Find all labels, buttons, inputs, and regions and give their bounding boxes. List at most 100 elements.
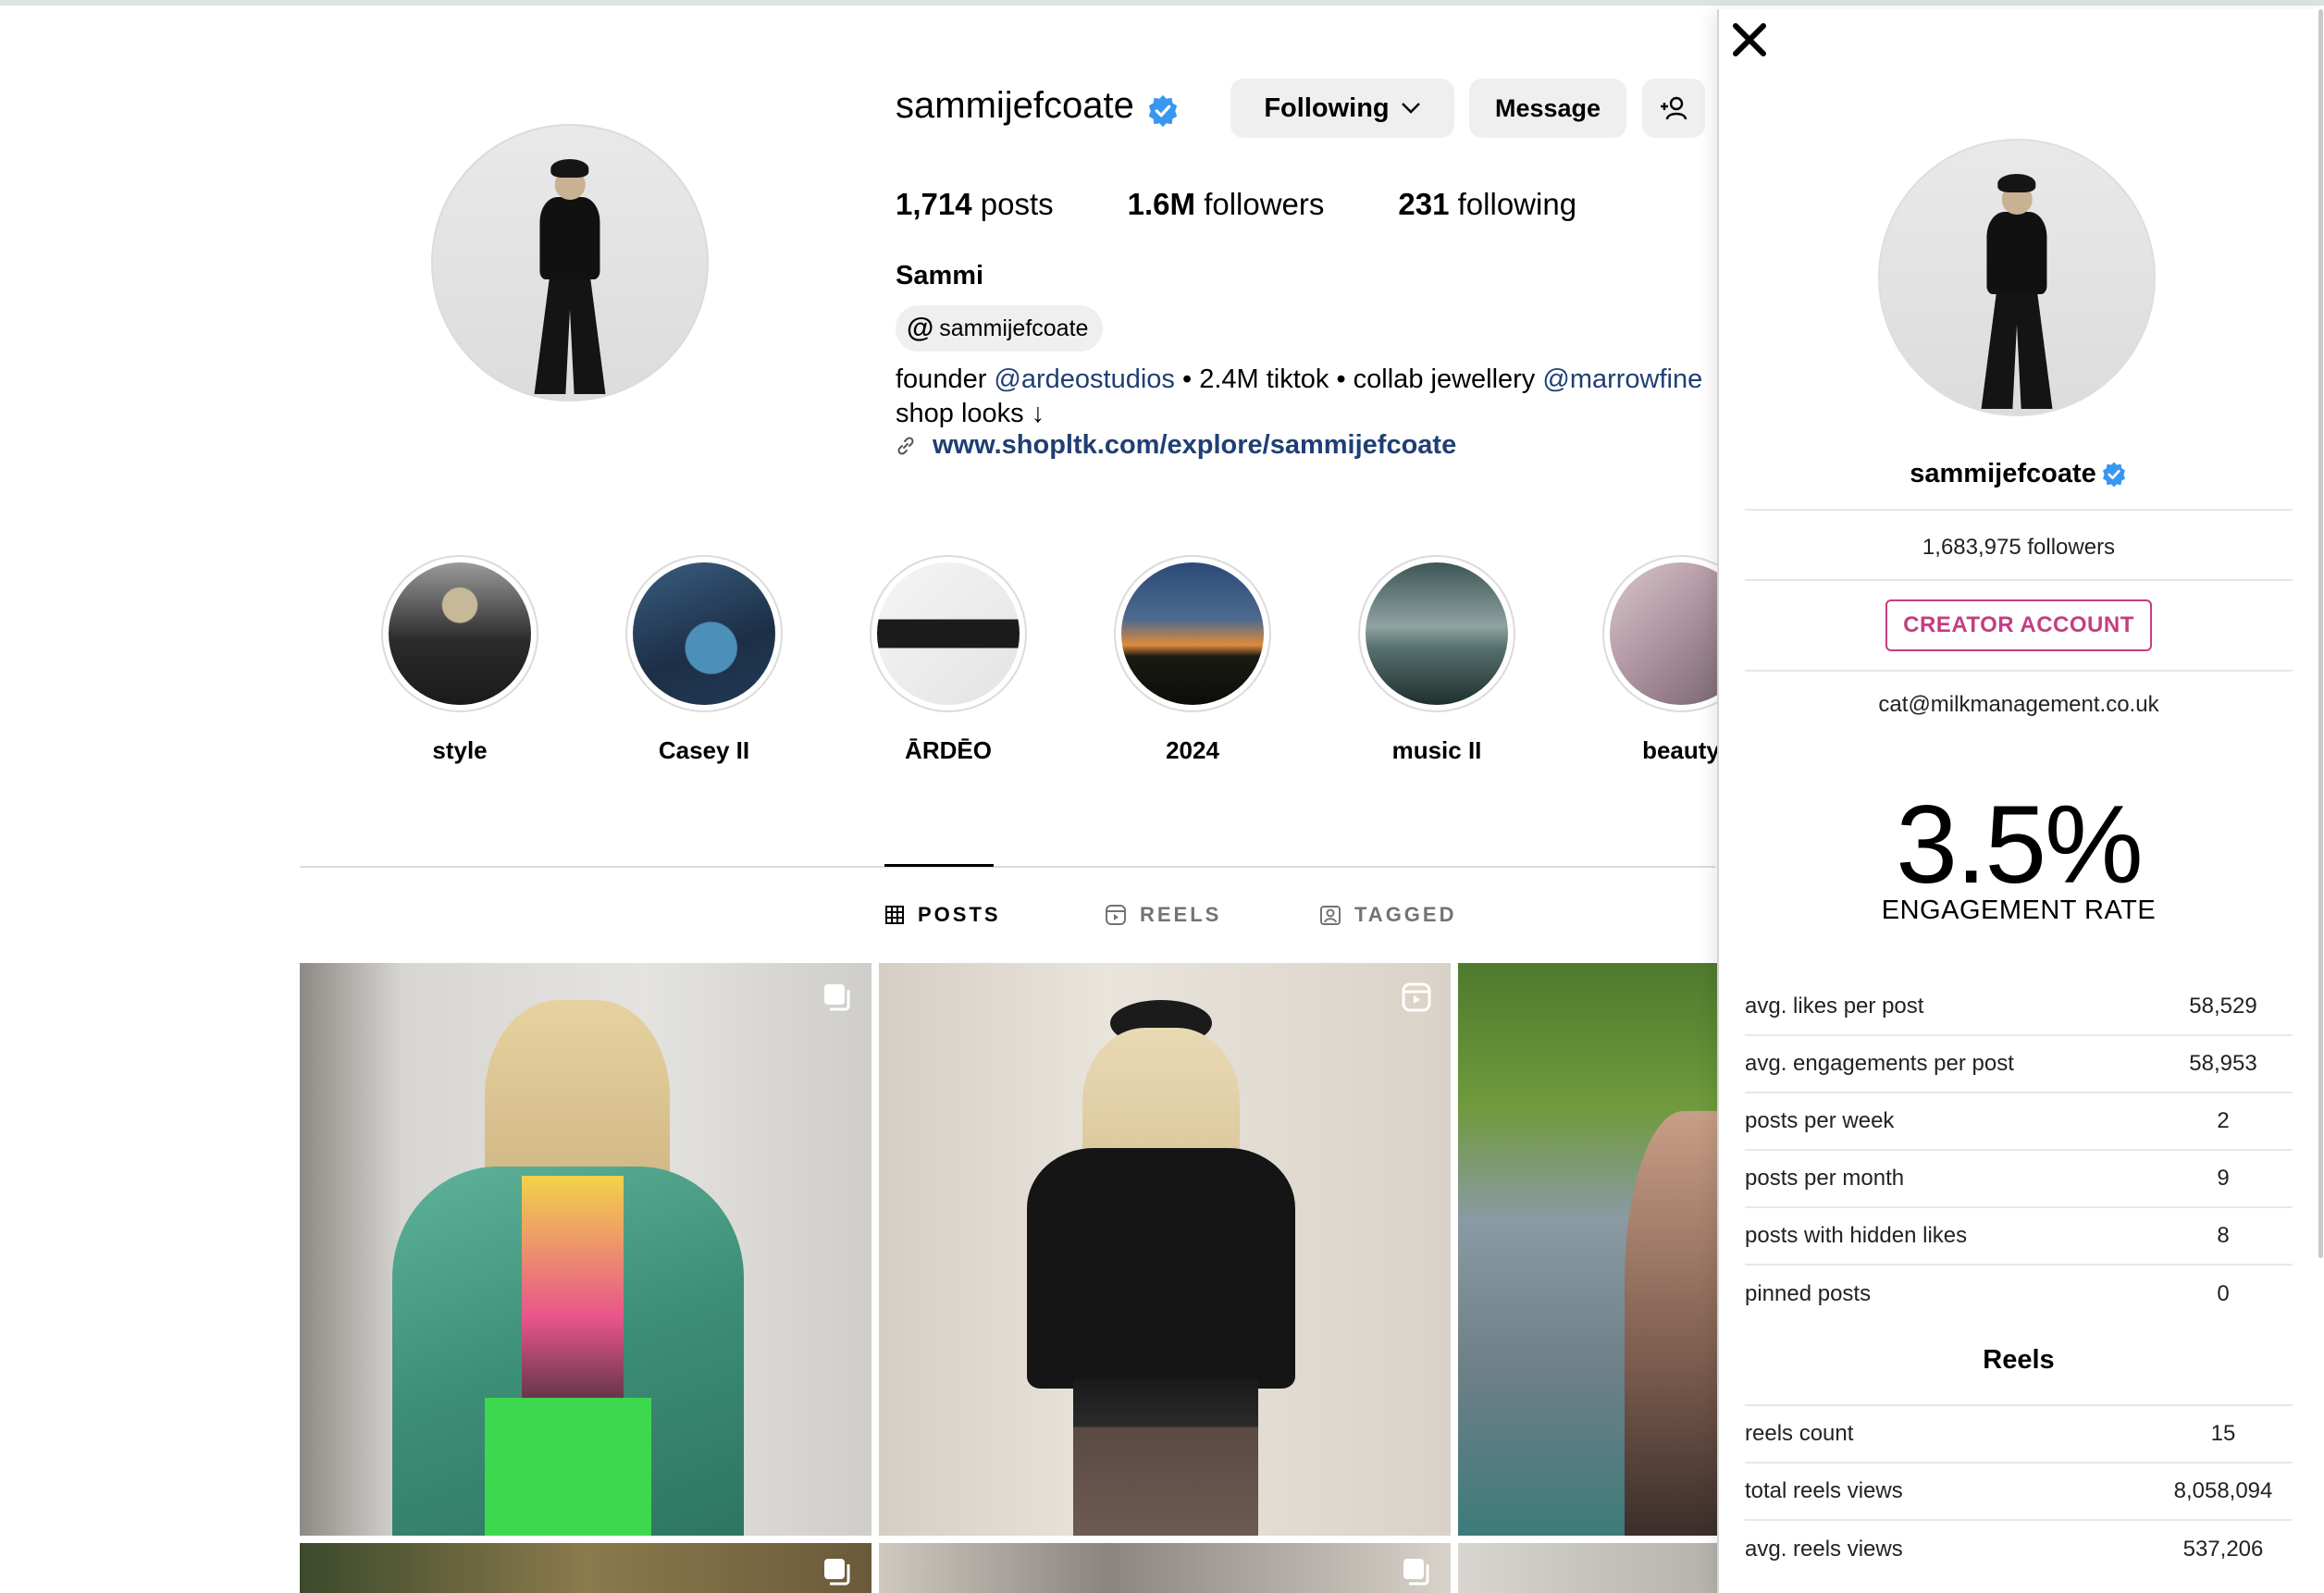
panel-followers: 1,683,975 followers (1922, 535, 2116, 560)
carousel-icon (1403, 1559, 1429, 1586)
suggest-users-button[interactable] (1642, 79, 1705, 138)
highlight-cover-image (389, 562, 531, 705)
panel-username-text: sammijefcoate (1910, 459, 2096, 488)
profile-username: sammijefcoate (896, 85, 1134, 126)
panel-email[interactable]: cat@milkmanagement.co.uk (1745, 692, 2293, 718)
tabs-divider (300, 866, 1715, 868)
active-tab-indicator (884, 864, 994, 867)
reels-icon (1106, 905, 1126, 925)
metric-label: reels count (1745, 1421, 1854, 1446)
tab-posts[interactable]: POSTS (884, 903, 1001, 927)
add-user-icon (1661, 96, 1687, 120)
metric-value: 58,529 (2189, 994, 2257, 1019)
panel-avatar (1878, 139, 2156, 416)
chevron-down-icon (1401, 103, 1420, 114)
tab-label: TAGGED (1354, 903, 1457, 926)
followers-stat[interactable]: 1.6M followers (1128, 187, 1325, 222)
highlight-casey-ii[interactable]: Casey II (625, 555, 783, 765)
avatar-figure-legs (534, 273, 606, 395)
threads-handle: sammijefcoate (939, 315, 1089, 341)
panel-username: sammijefcoate (1745, 459, 2293, 489)
message-label: Message (1494, 93, 1601, 122)
following-stat[interactable]: 231 following (1398, 187, 1576, 222)
highlight-cover-image (1121, 562, 1264, 705)
metric-label: avg. engagements per post (1745, 1051, 2014, 1076)
reels-metric-row: avg. reels views 537,206 (1745, 1521, 2293, 1578)
highlight-ring (381, 555, 538, 712)
following-button[interactable]: Following (1230, 79, 1454, 138)
engagement-rate-value: 3.5% (1896, 783, 2144, 907)
tab-tagged[interactable]: TAGGED (1319, 903, 1456, 927)
metric-value: 8,058,094 (2173, 1478, 2273, 1503)
posts-label: posts (980, 187, 1054, 221)
panel-scrollbar[interactable] (2318, 9, 2323, 1258)
post-item[interactable] (1458, 963, 1726, 1536)
creator-account-badge: CREATOR ACCOUNT (1885, 599, 2152, 651)
post-item[interactable] (1458, 1543, 1726, 1593)
reels-metric-row: reels count 15 (1745, 1406, 2293, 1463)
highlight-label: style (432, 736, 488, 764)
profile-bio: founder @ardeostudios • 2.4M tiktok • co… (896, 363, 1702, 431)
profile-stats: 1,714 posts 1.6M followers 231 following (896, 187, 1650, 222)
highlight-label: music II (1391, 736, 1482, 764)
highlight-label: 2024 (1166, 736, 1219, 764)
avatar-figure-body (1986, 211, 2047, 294)
verified-badge-icon (1148, 94, 1178, 128)
highlight-ring (870, 555, 1027, 712)
bio-link[interactable]: www.shopltk.com/explore/sammijefcoate (896, 430, 1456, 461)
metric-value: 537,206 (2182, 1537, 2264, 1562)
metric-label: posts per month (1745, 1166, 1905, 1191)
metric-row: avg. likes per post 58,529 (1745, 979, 2293, 1036)
verified-badge-icon (2102, 462, 2125, 487)
carousel-icon (824, 984, 850, 1011)
metric-row: posts per month 9 (1745, 1151, 2293, 1208)
panel-divider (1745, 579, 2293, 581)
highlight-ardeo[interactable]: ĀRDĒO (870, 555, 1027, 765)
post-item[interactable] (879, 963, 1451, 1536)
followers-label: followers (1204, 187, 1325, 221)
close-icon[interactable] (1726, 17, 1773, 63)
posts-stat: 1,714 posts (896, 187, 1054, 222)
metric-label: total reels views (1745, 1478, 1903, 1503)
metric-row: avg. engagements per post 58,953 (1745, 1036, 2293, 1093)
metric-value: 0 (2217, 1281, 2230, 1306)
bio-link-text: www.shopltk.com/explore/sammijefcoate (933, 430, 1457, 460)
metric-value: 58,953 (2189, 1051, 2257, 1076)
highlight-style[interactable]: style (381, 555, 538, 765)
bio-line-1: founder @ardeostudios • 2.4M tiktok • co… (896, 363, 1702, 397)
bio-mention-marrowfine[interactable]: @marrowfine (1542, 364, 1702, 394)
avatar-figure-hat (550, 158, 589, 179)
bio-mention-ardeostudios[interactable]: @ardeostudios (994, 364, 1175, 394)
post-item[interactable] (300, 963, 872, 1536)
metric-label: avg. likes per post (1745, 994, 1924, 1019)
threads-icon: @ (907, 313, 934, 343)
metric-value: 15 (2210, 1421, 2236, 1446)
highlight-label: Casey II (658, 736, 750, 764)
post-item[interactable] (879, 1543, 1451, 1593)
link-icon (897, 436, 914, 455)
following-count: 231 (1398, 187, 1450, 221)
highlight-ring (1114, 555, 1271, 712)
metric-label: posts per week (1745, 1108, 1895, 1133)
followers-count: 1.6M (1127, 187, 1196, 221)
post-figure-blazer (1027, 1148, 1295, 1389)
bio-text-mid: • 2.4M tiktok • collab jewellery (1174, 364, 1543, 394)
threads-badge[interactable]: @ sammijefcoate (896, 305, 1104, 352)
reels-metric-row: total reels views 8,058,094 (1745, 1463, 2293, 1521)
highlight-cover-image (1366, 562, 1508, 705)
post-item[interactable] (300, 1543, 872, 1593)
metric-value: 2 (2217, 1108, 2230, 1133)
tab-reels[interactable]: REELS (1105, 903, 1221, 927)
profile-avatar[interactable] (431, 124, 709, 401)
tab-label: POSTS (918, 903, 1001, 926)
highlight-music-ii[interactable]: music II (1358, 555, 1515, 765)
metric-value: 9 (2217, 1166, 2230, 1191)
profile-full-name: Sammi (896, 261, 984, 290)
highlight-2024[interactable]: 2024 (1114, 555, 1271, 765)
panel-divider (1745, 509, 2293, 511)
highlight-ring (625, 555, 783, 712)
highlight-ring (1358, 555, 1515, 712)
post-figure-legs (1073, 1379, 1258, 1536)
message-button[interactable]: Message (1469, 79, 1626, 138)
metric-row: posts per week 2 (1745, 1093, 2293, 1151)
